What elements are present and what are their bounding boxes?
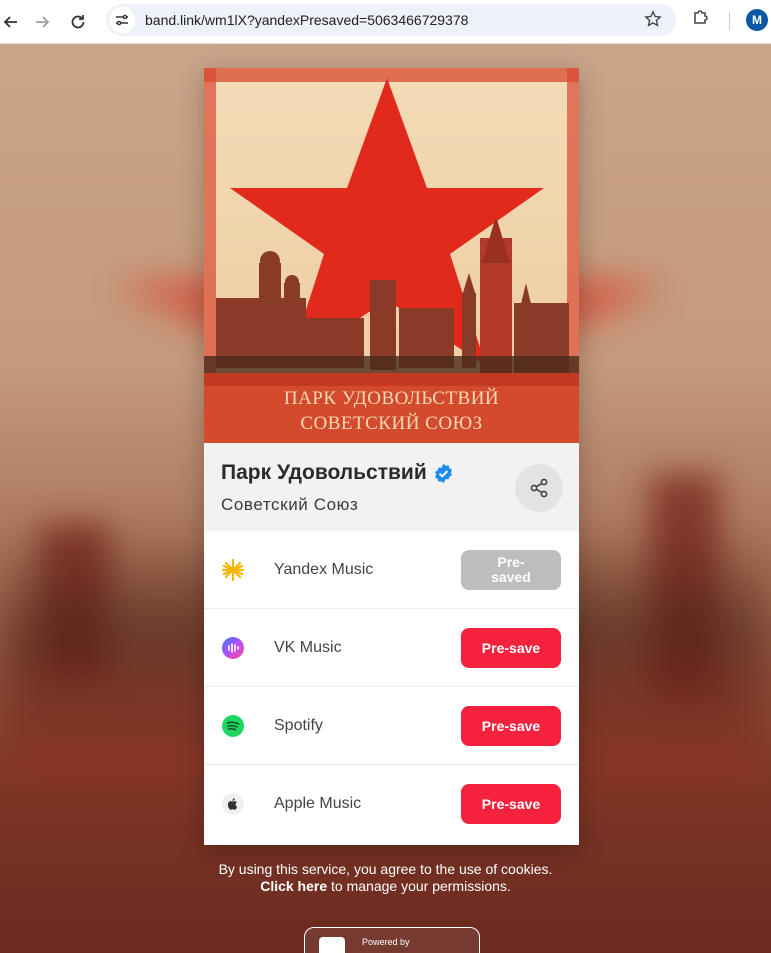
service-name: VK Music: [274, 639, 342, 656]
pre-save-button[interactable]: Pre-save: [461, 706, 561, 746]
yandex-music-icon: [221, 558, 245, 582]
cookie-manage-text: to manage your permissions.: [327, 878, 511, 894]
artist-name: Парк Удовольствий: [221, 461, 427, 484]
vk-music-icon: [222, 637, 244, 659]
cookie-text: By using this service, you agree to the …: [218, 861, 553, 877]
star-outline-icon: [644, 10, 662, 27]
pre-save-button[interactable]: Pre-save: [461, 784, 561, 824]
share-button[interactable]: [515, 464, 563, 512]
url-text[interactable]: band.link/wm1lX?yandexPresaved=506346672…: [145, 12, 468, 28]
cover-text-line2: СОВЕТСКИЙ СОЮЗ: [300, 413, 483, 434]
service-row-vk-music: VK Music Pre-save: [204, 609, 579, 687]
toolbar-divider: [729, 12, 730, 30]
forward-button[interactable]: [25, 5, 59, 39]
tune-icon: [116, 14, 128, 26]
release-info: Парк Удовольствий Советский Союз: [204, 443, 579, 531]
cookie-settings-link[interactable]: Click here: [260, 878, 327, 894]
cookie-notice: By using this service, you agree to the …: [0, 861, 771, 895]
cookie-manage-line: Click here to manage your permissions.: [0, 878, 771, 895]
service-row-spotify: Spotify Pre-save: [204, 687, 579, 765]
service-list: Yandex Music Pre-saved VK Music Pre-save…: [204, 531, 579, 843]
service-row-yandex-music: Yandex Music Pre-saved: [204, 531, 579, 609]
forward-arrow-icon: [36, 16, 50, 28]
bookmark-button[interactable]: [644, 10, 662, 33]
service-name: Spotify: [274, 717, 323, 734]
back-arrow-icon: [3, 16, 17, 28]
service-name: Yandex Music: [274, 561, 374, 578]
cover-artwork: [204, 68, 579, 443]
back-button[interactable]: [0, 5, 28, 39]
artist-title: Парк Удовольствий: [221, 461, 454, 485]
extensions-button[interactable]: [691, 7, 711, 32]
album-cover: ПАРК УДОВОЛЬСТВИЙ СОВЕТСКИЙ СОЮЗ: [204, 68, 579, 443]
site-info-button[interactable]: [109, 7, 135, 33]
release-card: ПАРК УДОВОЛЬСТВИЙ СОВЕТСКИЙ СОЮЗ Парк Уд…: [204, 68, 579, 845]
reload-button[interactable]: [61, 5, 95, 39]
powered-by-label: Powered by: [362, 937, 410, 947]
album-title: Советский Союз: [221, 495, 359, 514]
share-icon: [530, 478, 548, 498]
apple-music-icon: [222, 793, 244, 815]
bandlink-logo-icon: [319, 937, 345, 953]
reload-icon: [71, 15, 85, 29]
profile-avatar[interactable]: M: [746, 9, 768, 31]
address-bar[interactable]: band.link/wm1lX?yandexPresaved=506346672…: [106, 4, 676, 36]
spotify-icon: [222, 715, 244, 737]
puzzle-icon: [694, 10, 708, 24]
pre-saved-button[interactable]: Pre-saved: [461, 550, 561, 590]
pre-save-button[interactable]: Pre-save: [461, 628, 561, 668]
verified-badge-icon: [434, 463, 452, 483]
service-row-apple-music: Apple Music Pre-save: [204, 765, 579, 843]
powered-by-badge[interactable]: Powered by: [304, 927, 480, 953]
cover-text-line1: ПАРК УДОВОЛЬСТВИЙ: [283, 388, 500, 409]
service-name: Apple Music: [274, 795, 362, 812]
browser-toolbar: band.link/wm1lX?yandexPresaved=506346672…: [0, 0, 771, 44]
